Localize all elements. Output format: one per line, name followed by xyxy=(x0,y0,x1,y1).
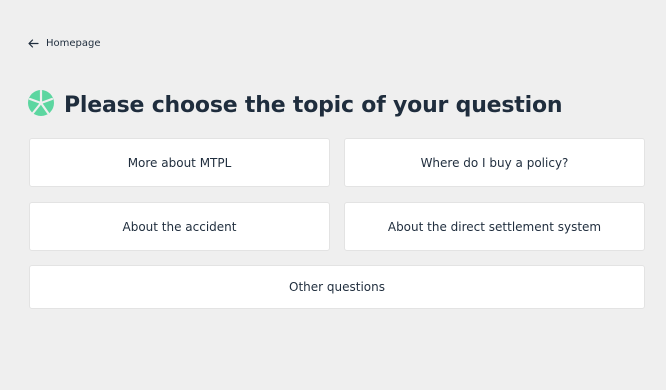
homepage-back-label: Homepage xyxy=(46,38,101,49)
page-header: Please choose the topic of your question xyxy=(28,89,563,120)
topic-other-questions-button[interactable]: Other questions xyxy=(29,265,645,309)
logo-icon xyxy=(28,89,54,120)
topic-direct-settlement-button[interactable]: About the direct settlement system xyxy=(344,202,645,251)
topic-accident-button[interactable]: About the accident xyxy=(29,202,330,251)
page-title: Please choose the topic of your question xyxy=(64,92,563,118)
topic-buy-policy-button[interactable]: Where do I buy a policy? xyxy=(344,138,645,187)
topic-more-about-mtpl-button[interactable]: More about MTPL xyxy=(29,138,330,187)
topic-label: Other questions xyxy=(289,280,385,294)
topic-label: More about MTPL xyxy=(127,155,232,170)
arrow-left-icon xyxy=(28,39,39,48)
homepage-back-link[interactable]: Homepage xyxy=(28,38,101,49)
topic-selection-page: Homepage Please choose the topic of your… xyxy=(0,0,666,390)
topic-label: Where do I buy a policy? xyxy=(420,155,569,170)
topic-label: About the accident xyxy=(122,219,237,234)
topic-label: About the direct settlement system xyxy=(387,219,602,234)
